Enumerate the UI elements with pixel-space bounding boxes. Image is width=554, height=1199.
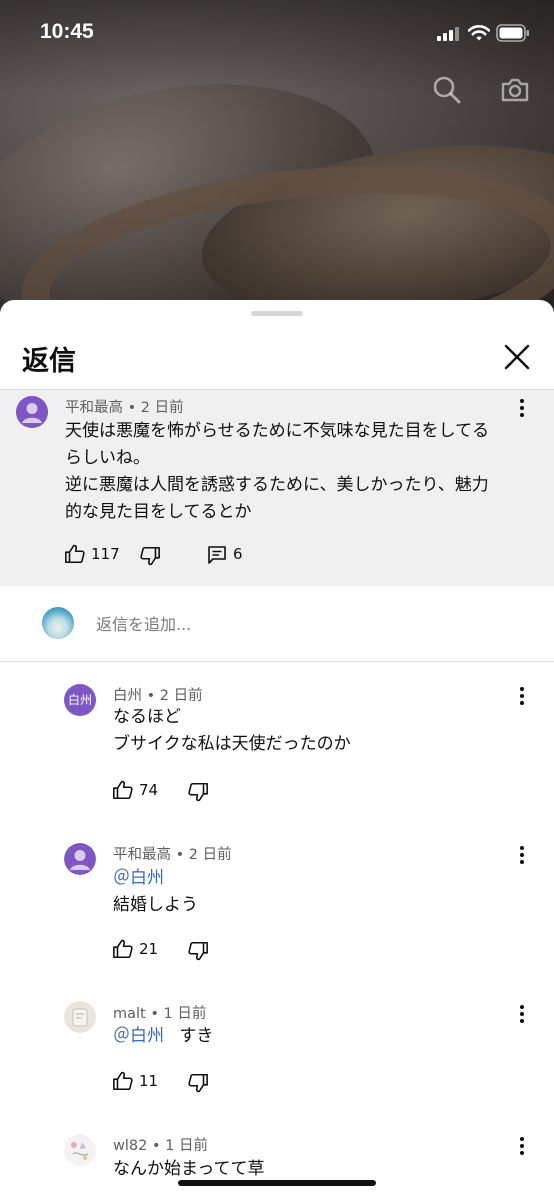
status-time: 10:45 [40,20,94,43]
more-options-icon[interactable] [512,684,532,708]
comment-meta: malt • 1 日前 [113,1002,206,1023]
comment-line: らしいね。 [65,448,150,468]
avatar[interactable] [16,396,48,428]
comment-age: 1 日前 [165,1138,208,1154]
comment-author[interactable]: 白州 [113,688,142,704]
comment-line: 逆に悪魔は人間を誘惑するために、美しかったり、魅力 [65,475,489,495]
meta-separator: • [150,1006,164,1022]
avatar[interactable]: 白州 [64,684,96,716]
comment-line: なんか始まってて草 [113,1159,265,1179]
sheet-drag-handle[interactable] [251,311,303,316]
meta-separator: • [146,688,160,704]
cellular-signal-icon [437,27,461,41]
add-reply-input[interactable] [96,610,516,638]
comment-meta: wl82 • 1 日前 [113,1134,208,1155]
comment-age: 1 日前 [163,1006,207,1022]
dislike-icon[interactable] [187,781,209,803]
meta-separator: • [151,1138,166,1154]
add-reply-row [0,586,554,662]
user-avatar[interactable] [42,607,74,639]
comment-text: 天使は悪魔を怖がらせるために不気味な見た目をしてる らしいね。 逆に悪魔は人間を… [65,418,489,526]
replies-sheet: 返信 平和最高 • 2 日前 天使は悪魔を怖がらせるために不気味な見た目をしてる… [0,300,554,1199]
like-icon[interactable] [64,543,86,565]
comment-line: なるほど [113,707,181,727]
comment-inline-text: すき [179,1026,214,1046]
comment-age: 2 日前 [159,688,203,704]
comment-author[interactable]: malt [113,1006,146,1022]
replies-icon[interactable] [207,545,227,565]
comment-text: ＠白州 すき [113,1023,213,1050]
comment-author[interactable]: 平和最高 [65,400,123,416]
reply-item: wl82 • 1 日前 なんか始まってて草 [0,1115,554,1199]
comment-meta: 平和最高 • 2 日前 [65,396,184,417]
mention-link[interactable]: ＠白州 [113,1026,164,1046]
more-options-icon[interactable] [512,1002,532,1026]
home-indicator[interactable] [178,1180,376,1186]
sheet-title: 返信 [22,346,76,377]
comment-meta: 平和最高 • 2 日前 [113,843,232,864]
reply-item: 平和最高 • 2 日前 ＠白州 結婚しよう 21 [0,822,554,982]
meta-separator: • [175,847,189,863]
more-options-icon[interactable] [512,1134,532,1158]
wifi-icon [468,25,490,41]
reply-count: 6 [233,545,243,563]
reply-item: 白州 白州 • 2 日前 なるほど ブサイクな私は天使だったのか 74 [0,662,554,822]
like-count: 21 [139,940,159,958]
close-icon[interactable] [500,340,534,374]
avatar[interactable] [64,1134,96,1166]
avatar[interactable] [64,843,96,875]
comment-text: なんか始まってて草 [113,1156,264,1183]
comment-line: ブサイクな私は天使だったのか [113,734,351,754]
camera-icon[interactable] [499,74,531,106]
like-icon[interactable] [112,1070,134,1092]
comment-line: 的な見た目をしてるとか [65,502,252,522]
status-bar: 10:45 [0,0,554,66]
comment-meta: 白州 • 2 日前 [113,684,203,705]
mention-link[interactable]: ＠白州 [113,865,198,892]
dislike-icon[interactable] [187,940,209,962]
more-options-icon[interactable] [512,843,532,867]
meta-separator: • [127,400,141,416]
like-icon[interactable] [112,779,134,801]
more-options-icon[interactable] [512,396,532,420]
search-icon[interactable] [431,74,463,106]
comment-author[interactable]: 平和最高 [113,847,171,863]
reply-item: malt • 1 日前 ＠白州 すき 11 [0,982,554,1115]
comment-line: 結婚しよう [113,895,198,915]
avatar[interactable] [64,1001,96,1033]
comment-age: 2 日前 [140,400,184,416]
dislike-icon[interactable] [187,1072,209,1094]
like-count: 117 [91,545,120,563]
parent-comment: 平和最高 • 2 日前 天使は悪魔を怖がらせるために不気味な見た目をしてる らし… [0,389,554,586]
like-icon[interactable] [112,938,134,960]
comment-line: 天使は悪魔を怖がらせるために不気味な見た目をしてる [65,421,490,441]
comment-author[interactable]: wl82 [113,1138,147,1154]
comment-age: 2 日前 [188,847,232,863]
battery-icon [496,24,529,42]
like-count: 74 [139,781,159,799]
dislike-icon[interactable] [139,545,161,567]
comment-text: なるほど ブサイクな私は天使だったのか [113,704,351,758]
like-count: 11 [139,1072,159,1090]
comment-text: ＠白州 結婚しよう [113,865,198,919]
